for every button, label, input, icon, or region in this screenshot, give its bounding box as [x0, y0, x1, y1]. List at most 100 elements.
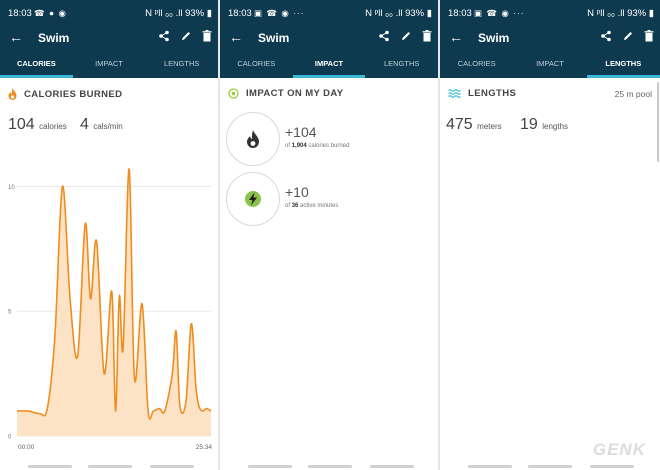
scroll-indicator[interactable]: [657, 82, 659, 162]
toolbar-title: Swim: [258, 31, 290, 45]
tab-bar: CALORIES IMPACT LENGTHS: [440, 50, 660, 78]
calories-screen: 18:03 ☎ ● ◉ N ᵖll ₀₀ .ll 93% ▮ ← Swim CA…: [0, 0, 218, 470]
distance-unit: meters: [477, 122, 502, 131]
status-bar: 18:03 ☎ ● ◉ N ᵖll ₀₀ .ll 93% ▮: [0, 0, 218, 26]
back-arrow-icon[interactable]: ←: [229, 29, 243, 45]
tab-lengths[interactable]: LENGTHS: [365, 50, 438, 78]
watermark-logo: GENK: [592, 440, 646, 459]
active-minutes-total: 36: [291, 203, 299, 209]
calories-total: 104 calories: [8, 116, 67, 134]
calories-chart: 0 5 10 00:00 25:34: [8, 168, 213, 451]
nav-bar: [0, 464, 218, 470]
app-toolbar: ← Swim: [440, 26, 660, 50]
calories-heading: CALORIES BURNED: [8, 88, 122, 100]
app-toolbar: ← Swim: [220, 26, 438, 50]
tab-calories[interactable]: CALORIES: [0, 50, 73, 78]
calories-rate-value: 4: [80, 116, 89, 133]
calories-rate: 4 cals/min: [80, 116, 123, 134]
status-bar: 18:03 ▣ ☎ ◉ ··· N ᵖll ₀₀ .ll 93% ▮: [440, 0, 660, 26]
status-time: 18:03: [8, 8, 32, 19]
calories-impact-badge: [226, 112, 280, 166]
target-icon: [228, 88, 239, 99]
impact-screen: 18:03 ▣ ☎ ◉ ··· N ᵖll ₀₀ .ll 93% ▮ ← Swi…: [220, 0, 438, 470]
tab-lengths[interactable]: LENGTHS: [586, 50, 660, 78]
y-tick-label: 0: [8, 435, 12, 441]
y-tick-label: 10: [8, 185, 15, 191]
edit-icon[interactable]: [622, 30, 634, 42]
nav-pill[interactable]: [590, 465, 634, 468]
notification-icons: ▣ ☎ ◉ ···: [254, 8, 305, 18]
tab-impact[interactable]: IMPACT: [292, 50, 366, 78]
lengths-heading: LENGTHS: [448, 88, 516, 99]
delete-icon[interactable]: [202, 30, 212, 42]
lengths-value: 19: [520, 116, 538, 133]
nav-pill[interactable]: [468, 465, 512, 468]
flame-icon: [247, 130, 259, 148]
nav-pill[interactable]: [308, 465, 352, 468]
lengths-unit: lengths: [542, 122, 569, 131]
nav-pill[interactable]: [248, 465, 292, 468]
delete-icon[interactable]: [644, 30, 654, 42]
status-bar: 18:03 ▣ ☎ ◉ ··· N ᵖll ₀₀ .ll 93% ▮: [220, 0, 438, 26]
share-icon[interactable]: [600, 30, 612, 42]
calories-line: [16, 168, 212, 420]
toolbar-title: Swim: [478, 31, 510, 45]
tab-calories[interactable]: CALORIES: [440, 50, 513, 78]
distance-stat: 475 meters: [446, 116, 502, 134]
status-right: N ᵖll ₀₀ .ll 93% ▮: [365, 8, 432, 19]
calories-total-unit: calories: [39, 122, 67, 131]
impact-heading-text: IMPACT ON MY DAY: [246, 88, 344, 99]
edit-icon[interactable]: [180, 30, 192, 42]
share-icon[interactable]: [158, 30, 170, 42]
calories-heading-text: CALORIES BURNED: [24, 88, 123, 100]
delete-icon[interactable]: [422, 30, 432, 42]
tab-impact[interactable]: IMPACT: [73, 50, 146, 78]
tab-impact[interactable]: IMPACT: [513, 50, 586, 78]
x-tick-label: 25:34: [196, 444, 213, 451]
active-minutes-caption: of 36 active minutes: [285, 203, 338, 209]
battery-level: 93%: [405, 8, 425, 19]
tab-calories[interactable]: CALORIES: [220, 50, 293, 78]
tab-lengths[interactable]: LENGTHS: [145, 50, 218, 78]
caption-of: of: [285, 203, 291, 209]
nav-pill[interactable]: [150, 465, 194, 468]
lightning-icon: [245, 191, 261, 207]
caption-suffix: active minutes: [300, 203, 339, 209]
impact-heading: IMPACT ON MY DAY: [228, 88, 344, 99]
signal-icon: N ᵖll ₀₀ .ll: [365, 8, 403, 19]
tab-bar: CALORIES IMPACT LENGTHS: [0, 50, 218, 78]
back-arrow-icon[interactable]: ←: [9, 29, 23, 45]
pool-size: 25 m pool: [614, 89, 652, 99]
calories-impact-value: +104: [285, 124, 317, 140]
nav-pill[interactable]: [370, 465, 414, 468]
back-arrow-icon[interactable]: ←: [449, 29, 463, 45]
calories-impact-caption: of 1,904 calories burned: [285, 143, 349, 149]
app-toolbar: ← Swim: [0, 26, 218, 50]
caption-of: of: [285, 143, 291, 149]
nav-bar: [220, 464, 438, 470]
flame-icon: [8, 88, 17, 100]
nav-pill[interactable]: [28, 465, 72, 468]
calories-total-value: 104: [8, 116, 35, 133]
notification-icons: ☎ ● ◉: [34, 8, 67, 18]
nav-pill[interactable]: [528, 465, 572, 468]
notification-icons: ▣ ☎ ◉ ···: [474, 8, 525, 18]
tab-bar: CALORIES IMPACT LENGTHS: [220, 50, 438, 78]
signal-icon: N ᵖll ₀₀ .ll: [145, 8, 183, 19]
y-tick-label: 5: [8, 310, 12, 316]
share-icon[interactable]: [378, 30, 390, 42]
toolbar-title: Swim: [38, 31, 70, 45]
edit-icon[interactable]: [400, 30, 412, 42]
calories-area: [17, 168, 211, 436]
battery-level: 93%: [185, 8, 205, 19]
status-right: N ᵖll ₀₀ .ll 93% ▮: [145, 8, 212, 19]
waves-icon: [448, 89, 461, 98]
nav-pill[interactable]: [88, 465, 132, 468]
status-right: N ᵖll ₀₀ .ll 93% ▮: [587, 8, 654, 19]
active-minutes-badge: [226, 172, 280, 226]
caption-suffix: calories burned: [308, 143, 350, 149]
calories-burned-total: 1,904: [291, 143, 307, 149]
status-time: 18:03: [228, 8, 252, 19]
status-time: 18:03: [448, 8, 472, 19]
nav-bar: [440, 464, 660, 470]
